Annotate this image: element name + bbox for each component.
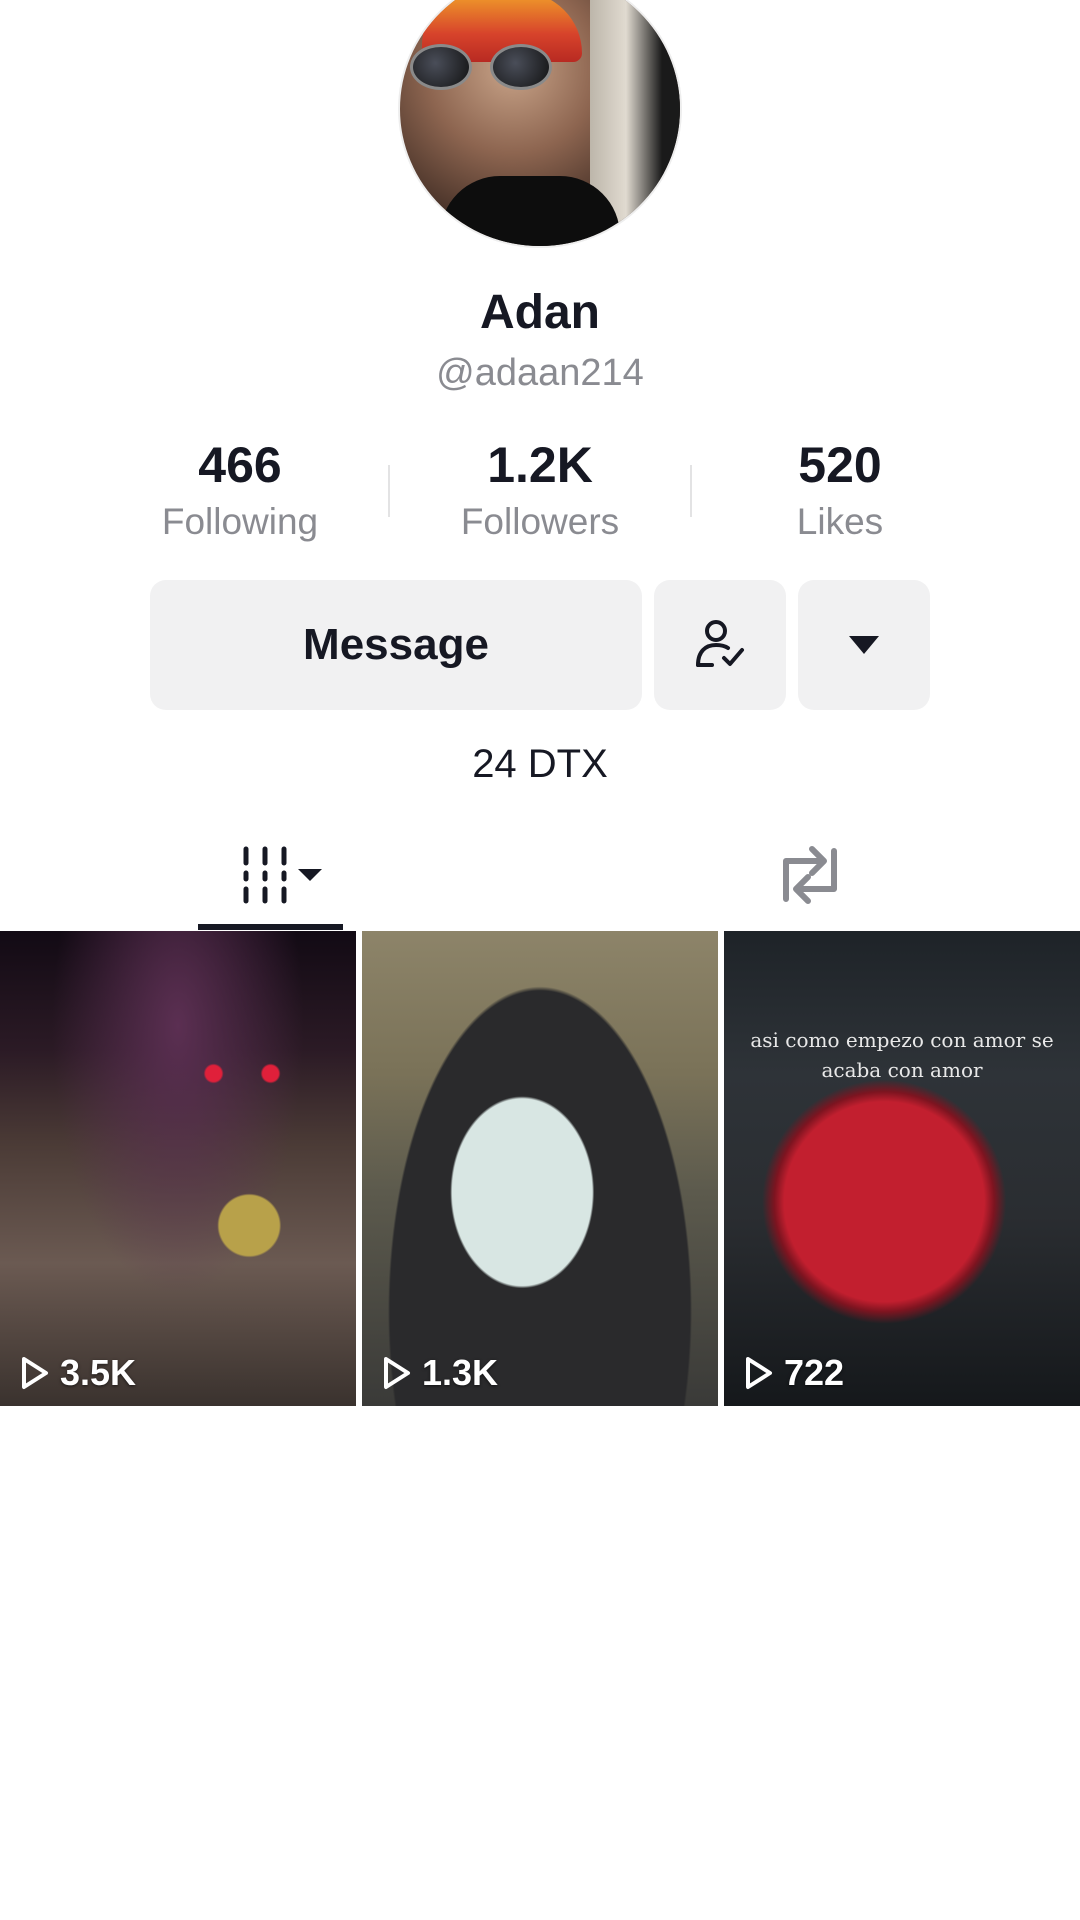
video-thumbnail[interactable]: asi como empezo con amor se acaba con am…: [724, 931, 1080, 1406]
video-thumbnail[interactable]: 3.5K: [0, 931, 356, 1406]
following-status-button[interactable]: [654, 580, 786, 710]
active-tab-indicator: [198, 924, 343, 930]
view-count-value: 3.5K: [60, 1352, 137, 1393]
tab-videos[interactable]: [198, 820, 343, 930]
video-thumbnail[interactable]: 1.3K: [362, 931, 718, 1406]
stat-label: Likes: [796, 501, 884, 542]
view-count: 1.3K: [382, 1352, 498, 1394]
stat-value: 1.2K: [487, 437, 593, 493]
stat-label: Followers: [460, 501, 620, 542]
avatar-sunglasses: [410, 44, 560, 94]
play-icon: [746, 1357, 772, 1389]
stat-divider: [388, 465, 390, 517]
stat-value: 466: [198, 437, 282, 493]
profile-page: Adan @adaan214 466 Following 1.2K Follow…: [0, 0, 1080, 1920]
more-options-button[interactable]: [798, 580, 930, 710]
stat-divider: [690, 465, 692, 517]
profile-handle: @adaan214: [436, 352, 644, 394]
profile-stats: 466 Following 1.2K Followers 520 Likes: [0, 435, 1080, 545]
view-count: 722: [744, 1352, 844, 1394]
play-icon: [384, 1357, 410, 1389]
message-button[interactable]: Message: [150, 580, 642, 710]
stat-following[interactable]: 466 Following: [120, 435, 360, 547]
profile-name: Adan: [480, 286, 600, 339]
stat-followers[interactable]: 1.2K Followers: [420, 435, 660, 547]
play-icon: [22, 1357, 48, 1389]
view-count-value: 722: [784, 1352, 845, 1393]
caret-down-icon: [849, 636, 879, 654]
view-count: 3.5K: [20, 1352, 136, 1394]
user-check-icon: [696, 620, 744, 667]
stat-likes[interactable]: 520 Likes: [720, 435, 960, 547]
stat-label: Following: [161, 501, 319, 542]
video-grid: 3.5K 1.3K asi como empezo con amor se ac…: [0, 931, 1080, 1406]
video-caption-overlay: asi como empezo con amor se acaba con am…: [750, 1028, 1054, 1082]
videos-grid-icon: [243, 846, 322, 904]
avatar[interactable]: [398, 0, 682, 248]
view-count-value: 1.3K: [422, 1352, 499, 1393]
dtx-balance: 24 DTX: [472, 742, 608, 786]
avatar-shirt: [440, 176, 620, 246]
stat-value: 520: [798, 437, 882, 493]
tab-reposts[interactable]: [750, 820, 870, 930]
repost-icon: [783, 846, 837, 904]
